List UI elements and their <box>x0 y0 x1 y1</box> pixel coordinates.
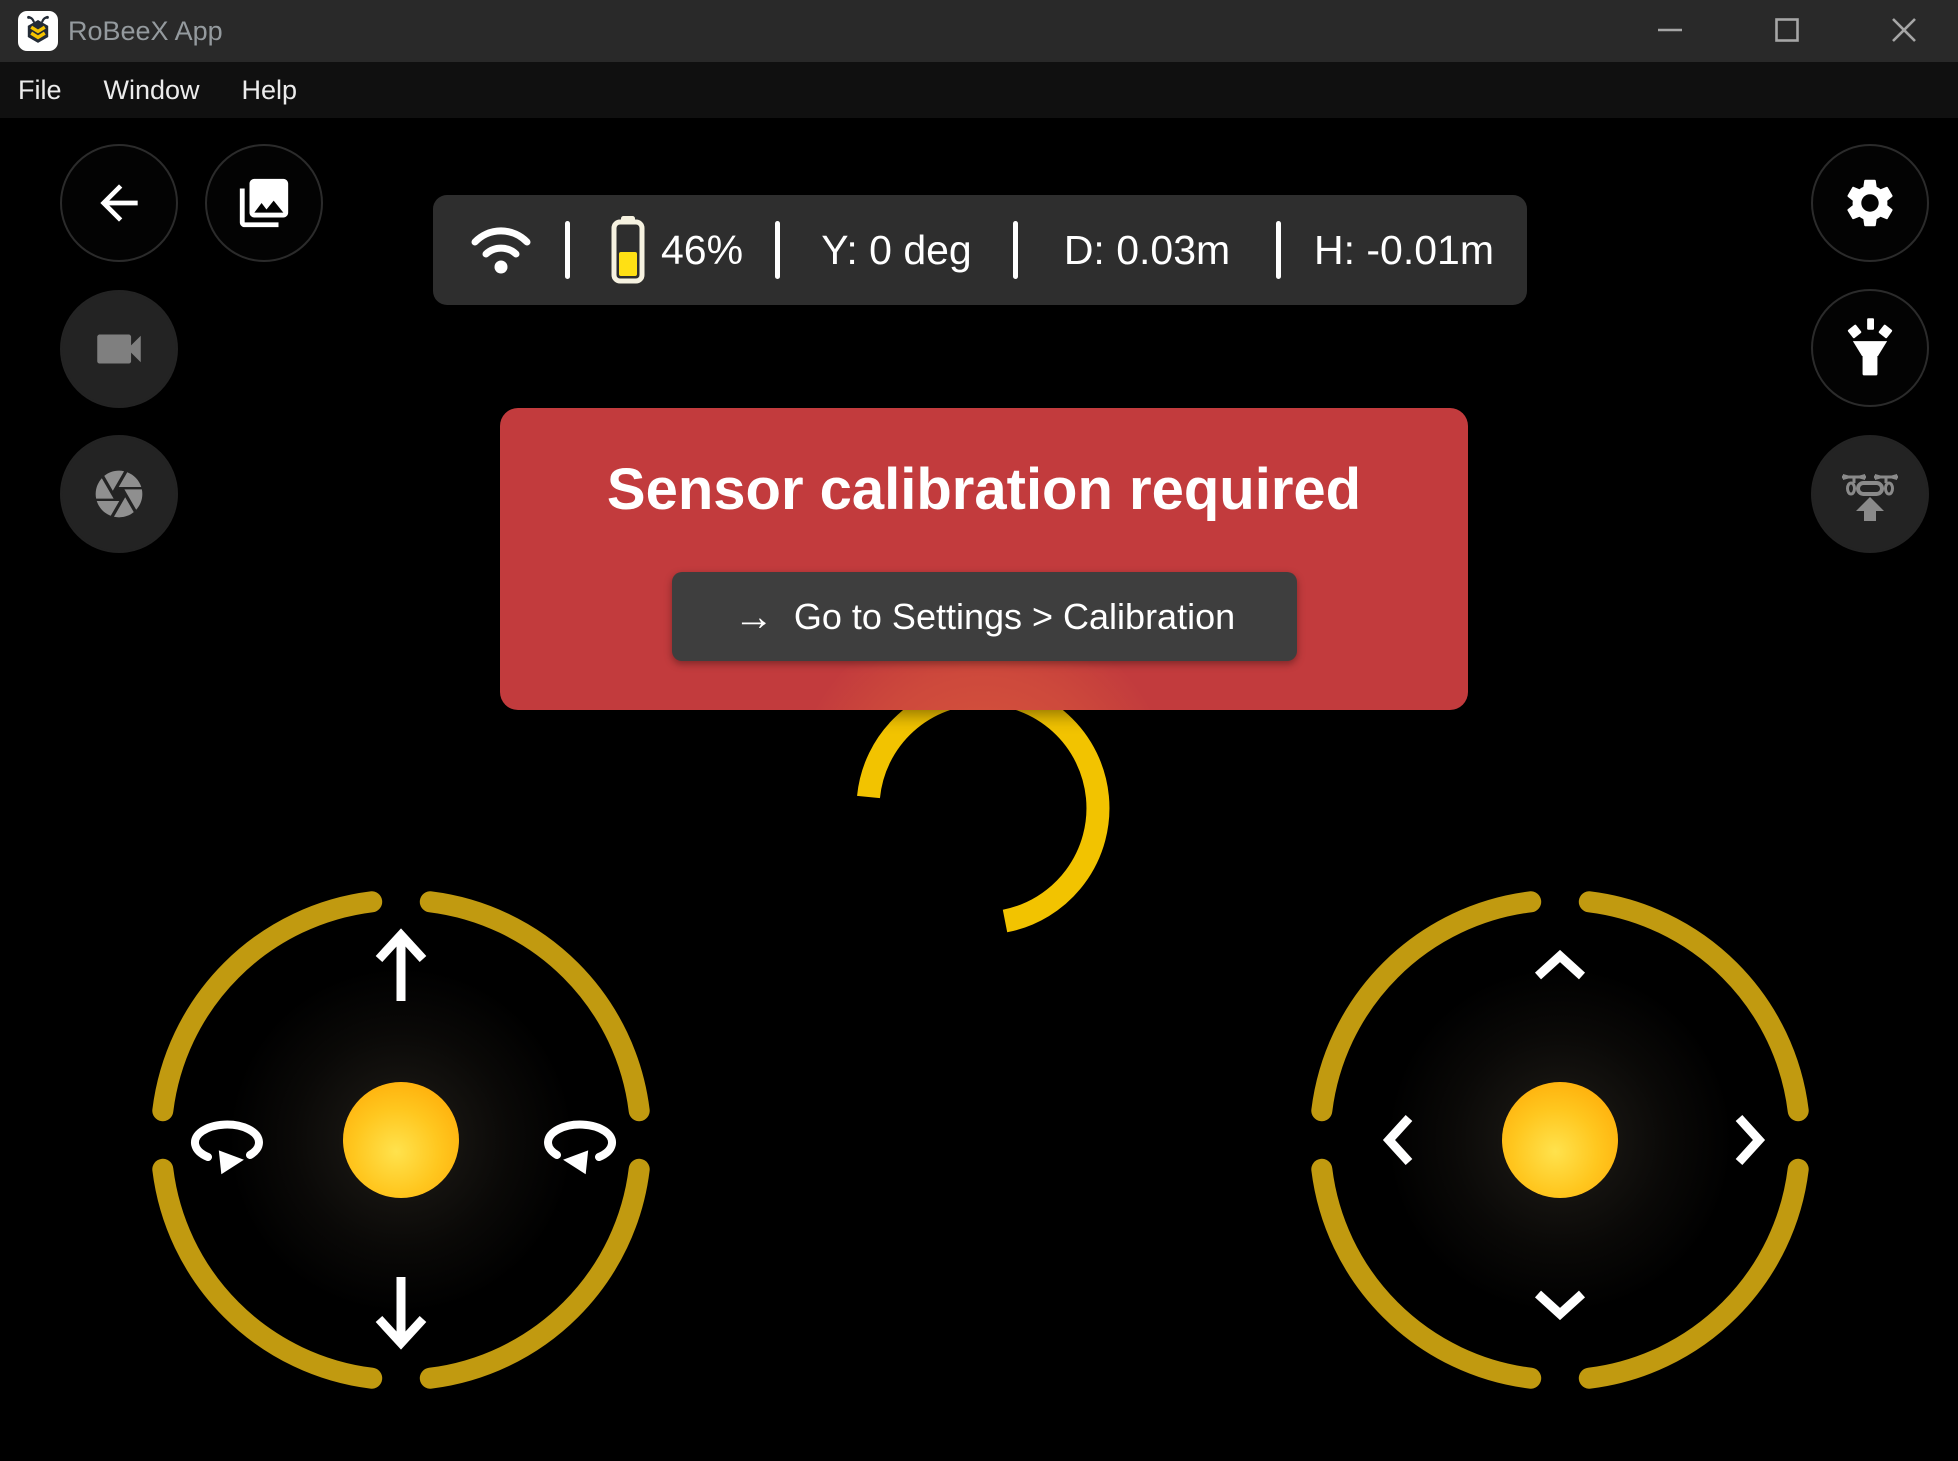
alert-title: Sensor calibration required <box>500 456 1468 523</box>
chevron-right-icon <box>1731 1108 1767 1172</box>
back-arrow-icon <box>91 175 147 231</box>
arrow-down-icon <box>371 1273 431 1351</box>
drone-takeoff-button[interactable] <box>1811 435 1929 553</box>
take-photo-button[interactable] <box>60 435 178 553</box>
camera-shutter-icon <box>91 466 147 522</box>
menu-help[interactable]: Help <box>238 73 302 108</box>
chevron-up-icon <box>1528 948 1592 984</box>
gear-icon <box>1841 174 1899 232</box>
app-logo <box>18 11 58 51</box>
left-joystick-knob[interactable] <box>343 1082 459 1198</box>
window-title: RoBeeX App <box>68 0 223 62</box>
battery-percent: 46% <box>661 195 791 305</box>
go-to-calibration-label: Go to Settings > Calibration <box>794 596 1235 638</box>
forward-arrow-icon: → <box>734 597 774 637</box>
menu-window[interactable]: Window <box>100 73 204 108</box>
rotate-cw-icon <box>533 1105 625 1181</box>
settings-button[interactable] <box>1811 144 1929 262</box>
gallery-button[interactable] <box>205 144 323 262</box>
close-icon <box>1889 15 1919 45</box>
torch-icon <box>1841 316 1899 380</box>
chevron-left-icon <box>1381 1108 1417 1172</box>
menu-bar: File Window Help <box>0 62 1958 118</box>
robeex-app-window: RoBeeX App File Window Help <box>0 0 1958 1461</box>
maximize-icon <box>1772 15 1802 45</box>
close-button[interactable] <box>1875 1 1933 59</box>
arrow-up-icon <box>371 927 431 1005</box>
yaw-value: Y: 0 deg <box>780 195 1013 305</box>
height-value: H: -0.01m <box>1281 195 1527 305</box>
main-content: 46% Y: 0 deg D: 0.03m H: -0.01m Sensor c… <box>0 118 1958 1461</box>
go-to-calibration-button[interactable]: → Go to Settings > Calibration <box>672 572 1297 661</box>
torch-button[interactable] <box>1811 289 1929 407</box>
calibration-alert: Sensor calibration required → Go to Sett… <box>500 408 1468 710</box>
maximize-button[interactable] <box>1758 1 1816 59</box>
telemetry-status-bar: 46% Y: 0 deg D: 0.03m H: -0.01m <box>433 195 1527 305</box>
loading-spinner <box>853 678 1113 938</box>
menu-file[interactable]: File <box>14 73 66 108</box>
back-button[interactable] <box>60 144 178 262</box>
video-camera-icon <box>90 320 148 378</box>
divider <box>565 221 570 279</box>
minimize-icon <box>1655 15 1685 45</box>
wifi-icon <box>469 220 533 278</box>
left-joystick[interactable] <box>141 880 661 1400</box>
rotate-ccw-icon <box>182 1105 274 1181</box>
right-joystick[interactable] <box>1300 880 1820 1400</box>
distance-value: D: 0.03m <box>1018 195 1276 305</box>
record-video-button[interactable] <box>60 290 178 408</box>
chevron-down-icon <box>1528 1286 1592 1322</box>
battery-icon <box>607 216 649 284</box>
title-bar: RoBeeX App <box>0 0 1958 62</box>
photo-gallery-icon <box>235 174 293 232</box>
right-joystick-knob[interactable] <box>1502 1082 1618 1198</box>
minimize-button[interactable] <box>1641 1 1699 59</box>
bee-logo-icon <box>21 14 55 48</box>
drone-takeoff-icon <box>1838 464 1902 524</box>
